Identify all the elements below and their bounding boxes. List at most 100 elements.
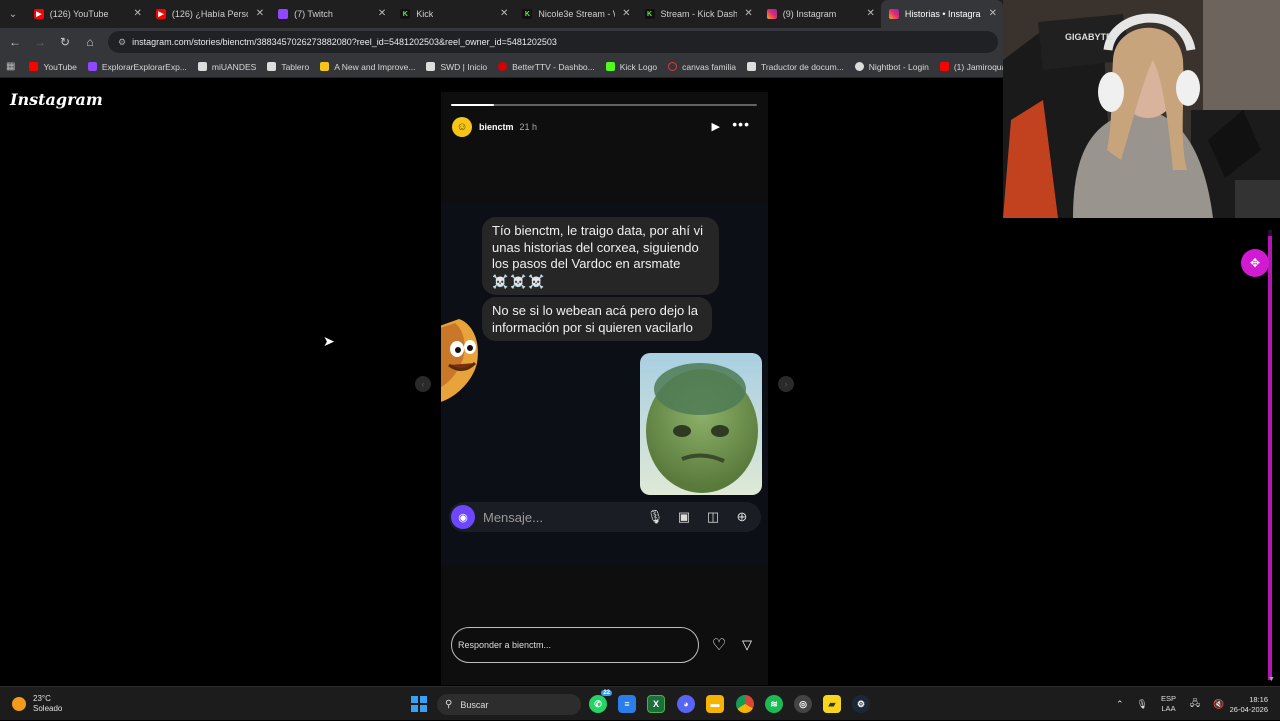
bookmark-label: Tablero [281, 61, 310, 72]
taskbar-search[interactable]: ⚲ Buscar [437, 694, 581, 715]
twitch-icon [278, 9, 289, 19]
notepad-icon[interactable]: ≡ [618, 695, 636, 713]
back-icon[interactable]: ← [3, 30, 27, 54]
bookmark-item[interactable]: ExplorarExplorarExp... [87, 61, 187, 72]
site-info-icon[interactable]: ⚙ [118, 37, 126, 48]
forward-icon[interactable]: → [28, 30, 52, 54]
microphone-tray-icon[interactable]: 🎙 [1137, 699, 1148, 710]
bookmark-label: miUANDES [211, 61, 257, 72]
browser-tab[interactable]: K Kick ✕ [392, 0, 514, 28]
close-tab-icon[interactable]: ✕ [989, 8, 997, 19]
page-icon [746, 62, 756, 71]
skull-emoji: ☠️☠️☠️ [492, 273, 547, 289]
language-indicator[interactable]: ESP LAA [1161, 694, 1176, 714]
reload-icon[interactable]: ↻ [53, 30, 77, 54]
bookmarks-bar: ▦ YouTube ExplorarExplorarExp... miUANDE… [0, 56, 1038, 78]
sticky-notes-icon[interactable]: ▰ [823, 695, 841, 713]
excel-icon[interactable]: X [647, 695, 665, 713]
apps-grid-icon[interactable]: ▦ [6, 61, 15, 72]
network-icon[interactable]: 🖧 [1190, 696, 1200, 712]
taskbar-clock[interactable]: 18:16 26-04-2026 [1230, 695, 1268, 715]
url-text: instagram.com/stories/bienctm/3883457026… [132, 37, 557, 47]
browser-tab-active[interactable]: Historias • Instagram ✕ [880, 0, 1004, 28]
close-tab-icon[interactable]: ✕ [378, 8, 386, 19]
address-bar[interactable]: ⚙ instagram.com/stories/bienctm/38834570… [108, 31, 998, 53]
browser-tab[interactable]: ▶ (126) YouTube ✕ [26, 0, 148, 28]
home-icon[interactable]: ⌂ [78, 30, 102, 54]
heart-icon[interactable]: ♡ [709, 635, 729, 655]
tab-label: Kick [416, 9, 434, 19]
bookmark-item[interactable]: miUANDES [197, 61, 257, 72]
scrollbar-thumb[interactable] [1268, 236, 1272, 680]
extension-widget-icon[interactable]: ✥ [1241, 249, 1269, 277]
close-tab-icon[interactable]: ✕ [500, 8, 508, 19]
tab-search-chevron-icon[interactable]: ⌄ [0, 0, 26, 28]
youtube-icon: ▶ [155, 9, 166, 19]
bookmark-label: SWD | Inicio [440, 61, 488, 72]
tab-label: (9) Instagram [782, 9, 837, 19]
instagram-icon [766, 9, 777, 19]
close-tab-icon[interactable]: ✕ [134, 8, 142, 19]
file-explorer-icon[interactable]: ▬ [706, 695, 724, 713]
bookmark-item[interactable]: Traductor de docum... [746, 62, 844, 72]
scroll-down-arrow-icon[interactable]: ▼ [1268, 676, 1275, 683]
chrome-icon[interactable] [736, 695, 754, 713]
bookmark-label: ExplorarExplorarExp... [101, 61, 187, 72]
bookmark-item[interactable]: canvas familia [668, 62, 736, 72]
youtube-icon [939, 62, 949, 71]
weather-description: Soleado [33, 704, 63, 713]
browser-tab[interactable]: K Stream - Kick Dashbo ✕ [637, 0, 759, 28]
tab-label: (126) YouTube [49, 9, 109, 19]
avatar[interactable]: ☺ [452, 117, 472, 137]
bookmark-item[interactable]: A New and Improve... [320, 62, 415, 72]
browser-tab[interactable]: (9) Instagram ✕ [759, 0, 881, 28]
message-input-bar[interactable]: ◉ Mensaje... 🎙 ▣ ◫ ⊕ [449, 502, 761, 532]
bookmark-item[interactable]: SWD | Inicio [426, 62, 487, 72]
camera-icon[interactable]: ◉ [451, 505, 475, 529]
volume-muted-icon[interactable]: 🔇 [1213, 699, 1224, 710]
reply-input[interactable]: Responder a bienctm... [451, 627, 699, 663]
windows-taskbar: 23°C Soleado ⚲ Buscar ✆ 22 ≡ X ◕ ▬ ≋ ◎ ▰ … [0, 686, 1280, 720]
close-tab-icon[interactable]: ✕ [256, 8, 264, 19]
gallery-icon[interactable]: ▣ [674, 507, 694, 527]
bookmark-label: BetterTTV - Dashbo... [512, 61, 595, 72]
message-placeholder[interactable]: Mensaje... [483, 510, 645, 525]
whatsapp-icon[interactable]: ✆ 22 [589, 690, 612, 713]
browser-tab[interactable]: (7) Twitch ✕ [270, 0, 392, 28]
shared-turtle-image[interactable] [640, 353, 762, 495]
bookmark-item[interactable]: YouTube [29, 62, 77, 72]
add-circle-icon[interactable]: ⊕ [732, 507, 752, 527]
system-tray: ⌃ 🎙 ESP LAA 🖧 🔇 [1116, 687, 1237, 721]
windows-start-icon[interactable] [411, 696, 427, 712]
play-icon[interactable]: ▶ [712, 120, 720, 133]
story-viewer: ☺ bienctm 21 h ▶ ••• Tío bienctm, le tra… [441, 92, 768, 685]
story-username[interactable]: bienctm [479, 122, 514, 132]
spotify-icon[interactable]: ≋ [765, 695, 783, 713]
bookmark-item[interactable]: BetterTTV - Dashbo... [498, 62, 595, 72]
more-options-icon[interactable]: ••• [732, 116, 750, 132]
story-progress-bar [451, 104, 757, 106]
betterttv-icon [498, 62, 508, 71]
next-story-icon[interactable]: › [778, 376, 794, 392]
story-timestamp: 21 h [519, 122, 538, 132]
bookmark-item[interactable]: Kick Logo [605, 62, 657, 72]
previous-story-icon[interactable]: ‹ [415, 376, 431, 392]
discord-icon[interactable]: ◕ [677, 695, 695, 713]
close-tab-icon[interactable]: ✕ [744, 8, 752, 19]
close-tab-icon[interactable]: ✕ [622, 8, 630, 19]
language-line-2: LAA [1161, 704, 1176, 713]
bookmark-label: Nightbot - Login [868, 61, 929, 72]
microphone-icon[interactable]: 🎙 [645, 507, 665, 527]
browser-tab[interactable]: ▶ (126) ¿Había Persona ✕ [148, 0, 270, 28]
weather-widget[interactable]: 23°C Soleado [12, 694, 62, 714]
browser-tab[interactable]: K Nicole3e Stream - Wa ✕ [514, 0, 636, 28]
sticker-chat-icon[interactable]: ◫ [703, 507, 723, 527]
close-tab-icon[interactable]: ✕ [866, 8, 874, 19]
show-hidden-icons-chevron-icon[interactable]: ⌃ [1116, 699, 1124, 710]
obs-icon[interactable]: ◎ [794, 695, 812, 713]
instagram-logo[interactable]: Instagram [10, 90, 103, 109]
bookmark-item[interactable]: Tablero [267, 62, 309, 72]
steam-icon[interactable]: ⚙ [852, 695, 870, 713]
send-icon[interactable]: ▽ [737, 637, 757, 653]
bookmark-item[interactable]: Nightbot - Login [854, 61, 929, 72]
